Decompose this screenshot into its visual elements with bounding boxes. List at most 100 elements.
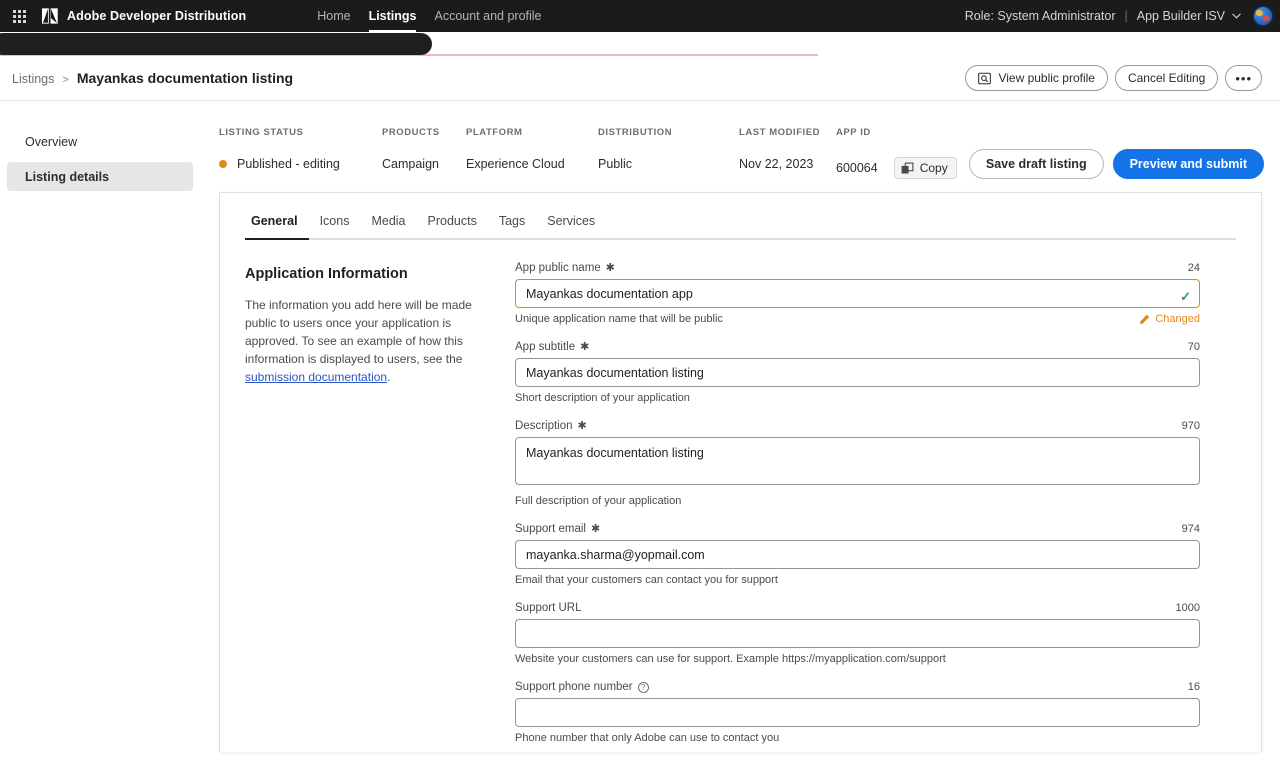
preview-and-submit-button[interactable]: Preview and submit [1113, 149, 1264, 179]
top-navigation-bar: Adobe Developer Distribution Home Listin… [0, 0, 1280, 32]
preview-search-icon [978, 72, 991, 85]
nav-right-cluster: Role: System Administrator | App Builder… [965, 6, 1280, 26]
required-asterisk-icon: ✱ [580, 342, 589, 353]
description-textarea[interactable] [515, 437, 1200, 485]
field-label-text: Support URL [515, 602, 581, 614]
meta-app-id: APP ID 600064 Copy [836, 127, 957, 179]
tab-icons[interactable]: Icons [309, 214, 361, 238]
field-label: Support phone number ? [515, 681, 649, 693]
field-app-subtitle: App subtitle ✱ 70 Short description of y… [515, 341, 1200, 404]
char-counter: 974 [1182, 523, 1200, 535]
field-help-text: Unique application name that will be pub… [515, 313, 723, 325]
meta-value: Published - editing [237, 157, 340, 171]
section-description-end: . [387, 370, 390, 384]
tab-products[interactable]: Products [417, 214, 488, 238]
support-url-input[interactable] [515, 619, 1200, 648]
copy-label: Copy [920, 161, 948, 175]
tab-tags[interactable]: Tags [488, 214, 536, 238]
help-circle-icon[interactable]: ? [638, 682, 649, 693]
breadcrumb-link-listings[interactable]: Listings [12, 72, 54, 86]
view-public-profile-button[interactable]: View public profile [965, 65, 1108, 91]
notification-toast-overlay [0, 33, 432, 55]
app-subtitle-input[interactable] [515, 358, 1200, 387]
field-label-text: Support phone number [515, 681, 633, 693]
breadcrumb-separator-icon: > [62, 74, 68, 86]
nav-link-home[interactable]: Home [308, 0, 359, 32]
field-help-text: Full description of your application [515, 495, 681, 507]
field-footer: Email that your customers can contact yo… [515, 574, 1200, 586]
copy-app-id-button[interactable]: Copy [894, 157, 957, 179]
char-counter: 1000 [1176, 602, 1200, 614]
section-description-text: The information you add here will be mad… [245, 298, 472, 366]
save-draft-listing-button[interactable]: Save draft listing [969, 149, 1104, 179]
meta-label: LISTING STATUS [219, 127, 382, 138]
org-switcher[interactable]: App Builder ISV [1137, 9, 1241, 23]
listing-form: App public name ✱ 24 ✓ Unique applicatio… [515, 262, 1200, 760]
field-support-email: Support email ✱ 974 Email that your cust… [515, 523, 1200, 586]
tab-media[interactable]: Media [360, 214, 416, 238]
meta-listing-status: LISTING STATUS Published - editing [219, 127, 382, 179]
field-description: Description ✱ 970 Full description of yo… [515, 420, 1200, 507]
meta-value: Experience Cloud [466, 157, 598, 171]
nav-link-account-and-profile[interactable]: Account and profile [425, 0, 550, 32]
status-dot-icon [219, 160, 227, 168]
tab-services[interactable]: Services [536, 214, 606, 238]
sidebar-item-listing-details[interactable]: Listing details [7, 162, 193, 191]
field-label-text: Description [515, 420, 573, 432]
breadcrumb-bar: Listings > Mayankas documentation listin… [0, 56, 1280, 101]
meta-label: DISTRIBUTION [598, 127, 739, 138]
breadcrumb-actions: View public profile Cancel Editing ••• [965, 65, 1262, 91]
field-label: Description ✱ [515, 420, 587, 432]
left-sidebar: Overview Listing details [0, 101, 200, 739]
brand-name: Adobe Developer Distribution [67, 9, 246, 23]
copy-icon [901, 162, 914, 175]
field-support-url: Support URL 1000 Website your customers … [515, 602, 1200, 665]
meta-value-row: 600064 Copy [836, 157, 957, 179]
field-label: App subtitle ✱ [515, 341, 589, 353]
field-footer: Full description of your application [515, 495, 1200, 507]
field-header: Support URL 1000 [515, 602, 1200, 614]
tab-general[interactable]: General [245, 214, 309, 238]
app-public-name-input[interactable] [515, 279, 1200, 308]
field-help-text: Short description of your application [515, 392, 690, 404]
meta-platform: PLATFORM Experience Cloud [466, 127, 598, 179]
listing-meta-columns: LISTING STATUS Published - editing PRODU… [219, 127, 957, 179]
application-information-section: Application Information The information … [245, 262, 515, 760]
meta-value: Campaign [382, 157, 466, 171]
primary-nav: Home Listings Account and profile [308, 0, 550, 32]
status-badge: Published - editing [219, 157, 382, 171]
field-label: Support email ✱ [515, 523, 600, 535]
meta-products: PRODUCTS Campaign [382, 127, 466, 179]
changed-label: Changed [1155, 313, 1200, 325]
view-public-profile-label: View public profile [998, 71, 1095, 85]
meta-value: Nov 22, 2023 [739, 157, 836, 171]
cancel-editing-button[interactable]: Cancel Editing [1115, 65, 1218, 91]
support-email-input[interactable] [515, 540, 1200, 569]
avatar[interactable] [1253, 6, 1273, 26]
role-label: Role: System Administrator [965, 9, 1116, 23]
changed-status-badge: Changed [1139, 313, 1200, 325]
field-help-text: Email that your customers can contact yo… [515, 574, 778, 586]
more-actions-button[interactable]: ••• [1225, 65, 1262, 91]
field-app-public-name: App public name ✱ 24 ✓ Unique applicatio… [515, 262, 1200, 325]
field-header: Support email ✱ 974 [515, 523, 1200, 535]
chevron-down-icon [1232, 13, 1241, 19]
field-label: App public name ✱ [515, 262, 615, 274]
section-description: The information you add here will be mad… [245, 296, 491, 386]
field-footer: Short description of your application [515, 392, 1200, 404]
brand[interactable]: Adobe Developer Distribution [42, 8, 246, 24]
field-label-text: Support email [515, 523, 586, 535]
field-footer: Phone number that only Adobe can use to … [515, 732, 1200, 744]
sidebar-item-overview[interactable]: Overview [7, 127, 193, 156]
meta-label: LAST MODIFIED [739, 127, 836, 138]
meta-label: PLATFORM [466, 127, 598, 138]
meta-last-modified: LAST MODIFIED Nov 22, 2023 [739, 127, 836, 179]
support-phone-input[interactable] [515, 698, 1200, 727]
field-label: Support URL [515, 602, 581, 614]
nav-link-listings[interactable]: Listings [360, 0, 426, 32]
submission-documentation-link[interactable]: submission documentation [245, 370, 387, 384]
nav-separator: | [1125, 9, 1128, 23]
app-grid-icon[interactable] [3, 0, 35, 32]
field-header: Description ✱ 970 [515, 420, 1200, 432]
char-counter: 16 [1188, 681, 1200, 693]
